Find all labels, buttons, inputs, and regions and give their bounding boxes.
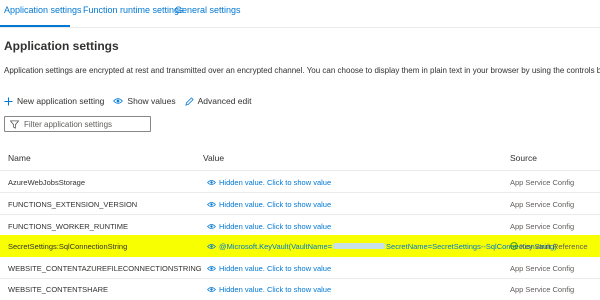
hidden-value-link[interactable]: Hidden value. Click to show value: [207, 257, 331, 279]
setting-name[interactable]: FUNCTIONS_WORKER_RUNTIME: [8, 215, 128, 237]
page-title: Application settings: [4, 39, 119, 53]
tab-function-runtime-settings[interactable]: Function runtime settings: [83, 5, 184, 15]
filter-icon: [10, 119, 19, 129]
setting-name[interactable]: SecretSettings:SqlConnectionString: [8, 235, 127, 257]
setting-source-label: Key vault Reference: [520, 241, 588, 251]
advanced-edit-label: Advanced edit: [197, 96, 252, 106]
column-header-value[interactable]: Value: [203, 153, 224, 163]
filter-application-settings-input[interactable]: Filter application settings: [4, 116, 151, 132]
key-vault-check-icon: [510, 242, 518, 250]
filter-placeholder: Filter application settings: [24, 119, 113, 129]
setting-source: App Service Config: [510, 177, 575, 187]
show-values-button[interactable]: Show values: [113, 96, 176, 106]
setting-name[interactable]: AzureWebJobsStorage: [8, 171, 85, 193]
table-row[interactable]: FUNCTIONS_WORKER_RUNTIME Hidden value. C…: [0, 215, 600, 237]
setting-source: App Service Config: [510, 284, 575, 294]
eye-icon: [207, 201, 216, 208]
setting-name[interactable]: WEBSITE_CONTENTSHARE: [8, 278, 108, 300]
table-row[interactable]: WEBSITE_CONTENTSHARE Hidden value. Click…: [0, 278, 600, 300]
eye-icon: [207, 223, 216, 230]
setting-source: Key vault Reference: [510, 235, 588, 257]
setting-source: App Service Config: [510, 199, 575, 209]
plus-icon: [4, 96, 13, 106]
new-application-setting-button[interactable]: New application setting: [4, 96, 104, 106]
eye-icon: [207, 179, 216, 186]
command-bar: New application setting Show values Adva…: [4, 94, 261, 108]
section-description: Application settings are encrypted at re…: [4, 66, 600, 75]
setting-source: App Service Config: [510, 263, 575, 273]
hidden-value-text: Hidden value. Click to show value: [219, 284, 332, 294]
tab-general-settings[interactable]: General settings: [175, 5, 241, 15]
new-application-setting-label: New application setting: [17, 96, 105, 106]
column-header-source[interactable]: Source: [510, 153, 537, 163]
eye-icon: [207, 265, 216, 272]
show-values-label: Show values: [127, 96, 176, 106]
eye-icon: [207, 286, 216, 293]
table-row[interactable]: AzureWebJobsStorage Hidden value. Click …: [0, 171, 600, 193]
pencil-icon: [184, 96, 194, 106]
hidden-value-text: Hidden value. Click to show value: [219, 199, 332, 209]
table-row[interactable]: FUNCTIONS_EXTENSION_VERSION Hidden value…: [0, 193, 600, 215]
setting-name[interactable]: WEBSITE_CONTENTAZUREFILECONNECTIONSTRING: [8, 257, 202, 279]
hidden-value-text: Hidden value. Click to show value: [219, 221, 332, 231]
hidden-value-link[interactable]: Hidden value. Click to show value: [207, 193, 331, 215]
settings-tabs: Application settings Function runtime se…: [0, 0, 600, 28]
setting-source: App Service Config: [510, 221, 575, 231]
key-vault-reference-value[interactable]: @Microsoft.KeyVault(VaultName= SecretNam…: [207, 235, 557, 257]
tab-application-settings[interactable]: Application settings: [4, 5, 82, 15]
setting-name[interactable]: FUNCTIONS_EXTENSION_VERSION: [8, 193, 137, 215]
key-vault-value-prefix: @Microsoft.KeyVault(VaultName=: [219, 241, 333, 251]
eye-icon: [207, 243, 216, 250]
hidden-value-text: Hidden value. Click to show value: [219, 177, 332, 187]
advanced-edit-button[interactable]: Advanced edit: [184, 96, 252, 106]
table-row[interactable]: WEBSITE_CONTENTAZUREFILECONNECTIONSTRING…: [0, 257, 600, 279]
active-tab-indicator: [0, 25, 70, 27]
hidden-value-text: Hidden value. Click to show value: [219, 263, 332, 273]
redacted-vault-name: [333, 243, 386, 249]
table-row-highlighted[interactable]: SecretSettings:SqlConnectionString @Micr…: [0, 235, 600, 257]
hidden-value-link[interactable]: Hidden value. Click to show value: [207, 278, 331, 300]
hidden-value-link[interactable]: Hidden value. Click to show value: [207, 171, 331, 193]
eye-icon: [113, 97, 124, 105]
column-header-name[interactable]: Name: [8, 153, 31, 163]
hidden-value-link[interactable]: Hidden value. Click to show value: [207, 215, 331, 237]
